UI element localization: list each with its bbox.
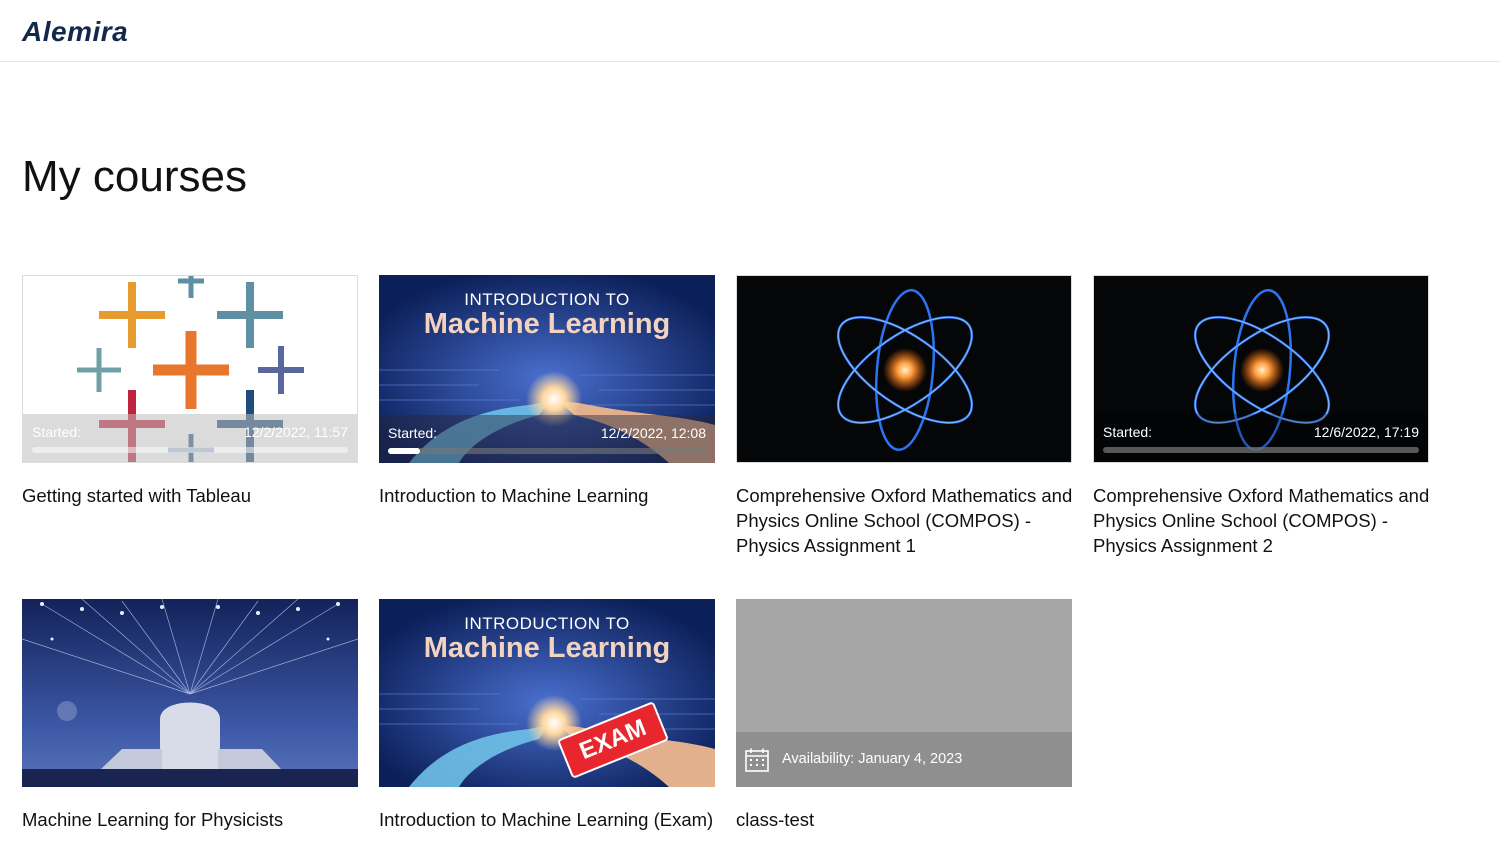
- course-thumbnail[interactable]: Started: 12/6/2022, 17:19: [1093, 275, 1429, 463]
- course-thumbnail[interactable]: INTRODUCTION TO Machine Learning EXAM: [379, 599, 715, 787]
- thumbnail-caption-main: Machine Learning: [423, 308, 671, 340]
- course-card-intro-ml-exam[interactable]: INTRODUCTION TO Machine Learning EXAM In…: [379, 599, 715, 832]
- started-label: Started:: [1103, 424, 1153, 440]
- course-card-class-test[interactable]: Availability: January 4, 2023 class-test: [736, 599, 1072, 832]
- progress-bar: [1103, 447, 1419, 453]
- progress-bar: [32, 447, 348, 453]
- progress-overlay: Started: 12/6/2022, 17:19: [1094, 414, 1428, 462]
- started-date: 12/6/2022, 17:19: [1313, 424, 1419, 440]
- availability-bar: Availability: January 4, 2023: [736, 732, 1072, 787]
- thumbnail-caption-top: INTRODUCTION TO: [464, 614, 630, 633]
- started-date: 12/2/2022, 11:57: [243, 424, 348, 440]
- page-title: My courses: [22, 152, 247, 201]
- started-date: 12/2/2022, 12:08: [600, 425, 706, 441]
- course-thumbnail[interactable]: [736, 275, 1072, 463]
- progress-bar: [388, 448, 706, 454]
- course-card-compos-1[interactable]: Comprehensive Oxford Mathematics and Phy…: [736, 275, 1072, 558]
- course-title[interactable]: class-test: [736, 807, 1076, 832]
- course-thumbnail[interactable]: Started: 12/2/2022, 11:57: [22, 275, 358, 463]
- course-card-compos-2[interactable]: Started: 12/6/2022, 17:19 Comprehensive …: [1093, 275, 1429, 558]
- course-title[interactable]: Getting started with Tableau: [22, 483, 362, 508]
- availability-text: Availability: January 4, 2023: [782, 751, 963, 767]
- course-title[interactable]: Comprehensive Oxford Mathematics and Phy…: [736, 483, 1076, 558]
- calendar-icon: [745, 748, 769, 772]
- ai-head-icon: [22, 599, 358, 787]
- thumbnail-caption-main: Machine Learning: [423, 632, 671, 664]
- course-thumbnail[interactable]: [22, 599, 358, 787]
- atom-icon: [836, 289, 974, 451]
- thumbnail-caption-top: INTRODUCTION TO: [464, 290, 630, 309]
- course-thumbnail[interactable]: INTRODUCTION TO Machine Learning Started…: [379, 275, 715, 463]
- course-card-intro-ml[interactable]: INTRODUCTION TO Machine Learning Started…: [379, 275, 715, 508]
- course-card-tableau[interactable]: Started: 12/2/2022, 11:57 Getting starte…: [22, 275, 358, 508]
- course-title[interactable]: Comprehensive Oxford Mathematics and Phy…: [1093, 483, 1433, 558]
- top-bar: Alemira: [0, 0, 1500, 62]
- course-title[interactable]: Machine Learning for Physicists: [22, 807, 362, 832]
- course-thumbnail[interactable]: Availability: January 4, 2023: [736, 599, 1072, 787]
- progress-fill: [388, 448, 420, 454]
- started-label: Started:: [388, 425, 438, 441]
- course-card-ml-physicists[interactable]: Machine Learning for Physicists: [22, 599, 358, 832]
- started-label: Started:: [32, 424, 82, 440]
- progress-overlay: Started: 12/2/2022, 11:57: [23, 414, 357, 462]
- course-title[interactable]: Introduction to Machine Learning (Exam): [379, 807, 719, 832]
- alemira-logo[interactable]: Alemira: [22, 16, 128, 48]
- course-title[interactable]: Introduction to Machine Learning: [379, 483, 719, 508]
- progress-overlay: Started: 12/2/2022, 12:08: [379, 415, 715, 463]
